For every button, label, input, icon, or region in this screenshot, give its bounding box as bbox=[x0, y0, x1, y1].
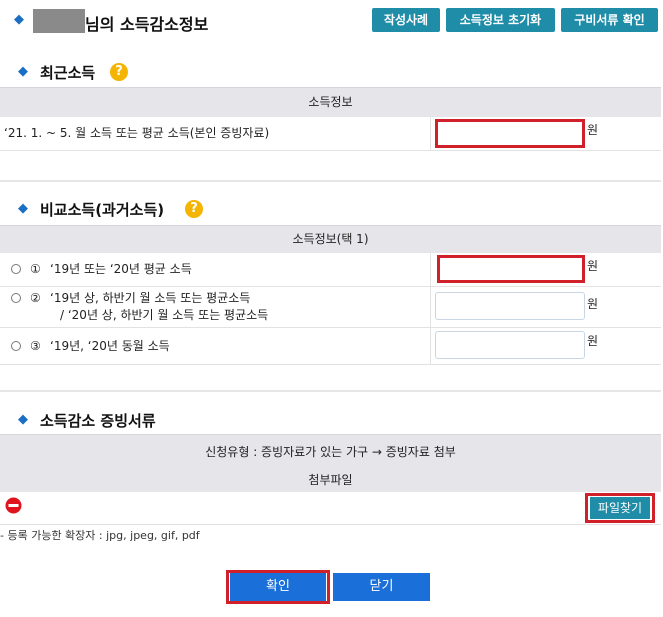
compare-option-row[interactable]: ② ‘19년 상, 하반기 월 소득 또는 평균소득 / ‘20년 상, 하반기… bbox=[0, 287, 661, 328]
option-number: ① bbox=[30, 262, 41, 276]
recent-income-label: ‘21. 1. ~ 5. 월 소득 또는 평균 소득(본인 증빙자료) bbox=[4, 126, 270, 140]
question-circle-icon[interactable]: ? bbox=[185, 200, 203, 218]
recent-table-header: 소득정보 bbox=[0, 87, 661, 117]
option-2-income-input[interactable] bbox=[435, 292, 585, 320]
attachment-row: 파일찾기 bbox=[0, 492, 661, 525]
examples-button[interactable]: 작성사례 bbox=[372, 8, 440, 32]
diamond-icon: ◆ bbox=[18, 201, 28, 216]
option-3-radio[interactable] bbox=[11, 341, 21, 351]
option-label: ‘19년, ‘20년 동월 소득 bbox=[50, 339, 170, 353]
column-divider bbox=[430, 117, 431, 150]
compare-option-row[interactable]: ① ‘19년 또는 ‘20년 평균 소득 원 bbox=[0, 253, 661, 287]
column-divider bbox=[430, 253, 431, 286]
won-unit-label: 원 bbox=[587, 259, 599, 273]
minus-circle-icon[interactable] bbox=[5, 497, 22, 514]
recent-income-row: ‘21. 1. ~ 5. 월 소득 또는 평균 소득(본인 증빙자료) 원 bbox=[0, 117, 661, 151]
docs-check-button[interactable]: 구비서류 확인 bbox=[561, 8, 658, 32]
recent-income-title: 최근소득 bbox=[40, 64, 96, 82]
confirm-button[interactable]: 확인 bbox=[230, 573, 326, 601]
option-1-radio[interactable] bbox=[11, 264, 21, 274]
column-divider bbox=[430, 328, 431, 364]
recent-income-input[interactable] bbox=[435, 119, 585, 148]
close-button[interactable]: 닫기 bbox=[333, 573, 430, 601]
diamond-icon: ◆ bbox=[18, 412, 28, 427]
won-unit-label: 원 bbox=[587, 123, 599, 137]
option-number: ② bbox=[30, 291, 41, 305]
section-divider bbox=[0, 180, 661, 182]
allowed-extensions-note: - 등록 가능한 확장자 : jpg, jpeg, gif, pdf bbox=[0, 529, 200, 542]
diamond-icon: ◆ bbox=[18, 64, 28, 79]
proof-docs-title: 소득감소 증빙서류 bbox=[40, 412, 156, 430]
option-label: ‘19년 상, 하반기 월 소득 또는 평균소득 bbox=[50, 291, 251, 305]
compare-income-title: 비교소득(과거소득) bbox=[40, 201, 165, 219]
apply-type-text: 신청유형 : 증빙자료가 있는 가구 → 증빙자료 첨부 bbox=[205, 445, 456, 459]
diamond-icon: ◆ bbox=[14, 12, 24, 27]
compare-option-row[interactable]: ③ ‘19년, ‘20년 동월 소득 원 bbox=[0, 328, 661, 365]
find-file-button[interactable]: 파일찾기 bbox=[590, 497, 650, 519]
redacted-name bbox=[33, 9, 85, 33]
apply-type-header: 신청유형 : 증빙자료가 있는 가구 → 증빙자료 첨부 첨부파일 bbox=[0, 434, 661, 492]
compare-table-header: 소득정보(택 1) bbox=[0, 225, 661, 253]
option-1-income-input[interactable] bbox=[437, 255, 585, 283]
reset-income-button[interactable]: 소득정보 초기화 bbox=[446, 8, 555, 32]
column-divider bbox=[430, 287, 431, 327]
section-divider bbox=[0, 390, 661, 392]
page-title: 님의 소득감소정보 bbox=[85, 15, 209, 34]
option-label: ‘19년 또는 ‘20년 평균 소득 bbox=[50, 262, 192, 276]
option-label-line2: / ‘20년 상, 하반기 월 소득 또는 평균소득 bbox=[60, 308, 269, 322]
option-2-radio[interactable] bbox=[11, 293, 21, 303]
won-unit-label: 원 bbox=[587, 297, 599, 311]
won-unit-label: 원 bbox=[587, 334, 599, 348]
question-circle-icon[interactable]: ? bbox=[110, 63, 128, 81]
option-3-income-input[interactable] bbox=[435, 331, 585, 359]
option-number: ③ bbox=[30, 339, 41, 353]
attachment-header: 첨부파일 bbox=[308, 473, 353, 487]
